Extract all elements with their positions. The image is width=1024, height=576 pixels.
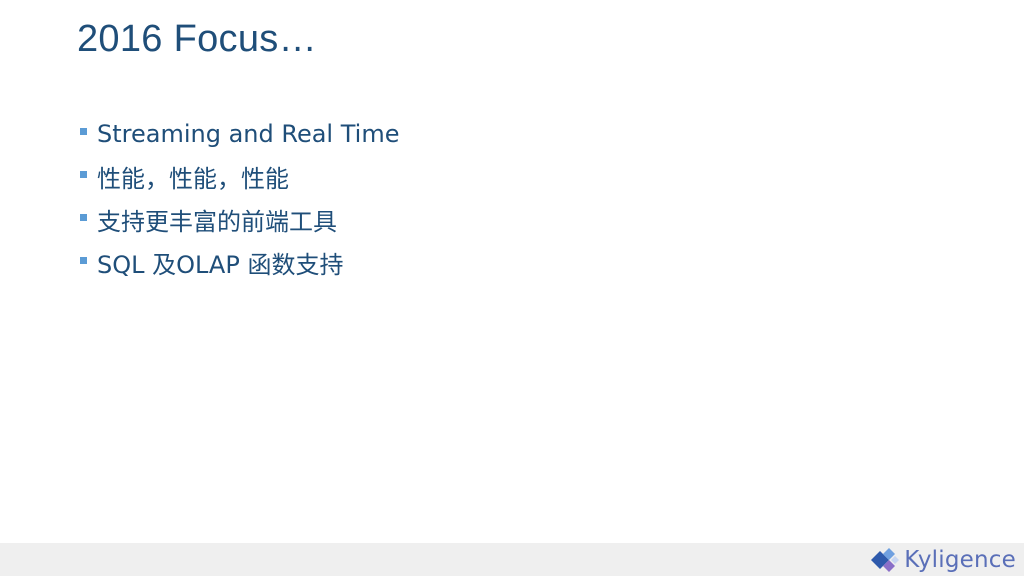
logo-text: Kyligence <box>904 547 1016 573</box>
bullet-text: 支持更丰富的前端工具 <box>97 208 337 236</box>
square-bullet-icon <box>80 128 87 135</box>
bullet-item: SQL 及OLAP 函数支持 <box>80 241 399 284</box>
bullet-item: Streaming and Real Time <box>80 112 399 155</box>
bullet-text: SQL 及OLAP 函数支持 <box>97 251 344 279</box>
slide-title: 2016 Focus… <box>77 18 317 60</box>
bullet-text: 性能，性能，性能 <box>97 165 289 193</box>
square-bullet-icon <box>80 257 87 264</box>
bullet-text: Streaming and Real Time <box>97 119 400 148</box>
kyligence-logo: Kyligence <box>869 544 1016 576</box>
slide: 2016 Focus… Streaming and Real Time 性能，性… <box>0 0 1024 576</box>
bullet-item: 支持更丰富的前端工具 <box>80 198 399 241</box>
bullet-list: Streaming and Real Time 性能，性能，性能 支持更丰富的前… <box>80 112 399 284</box>
kyligence-diamond-icon <box>871 548 900 572</box>
square-bullet-icon <box>80 171 87 178</box>
bullet-item: 性能，性能，性能 <box>80 155 399 198</box>
square-bullet-icon <box>80 214 87 221</box>
